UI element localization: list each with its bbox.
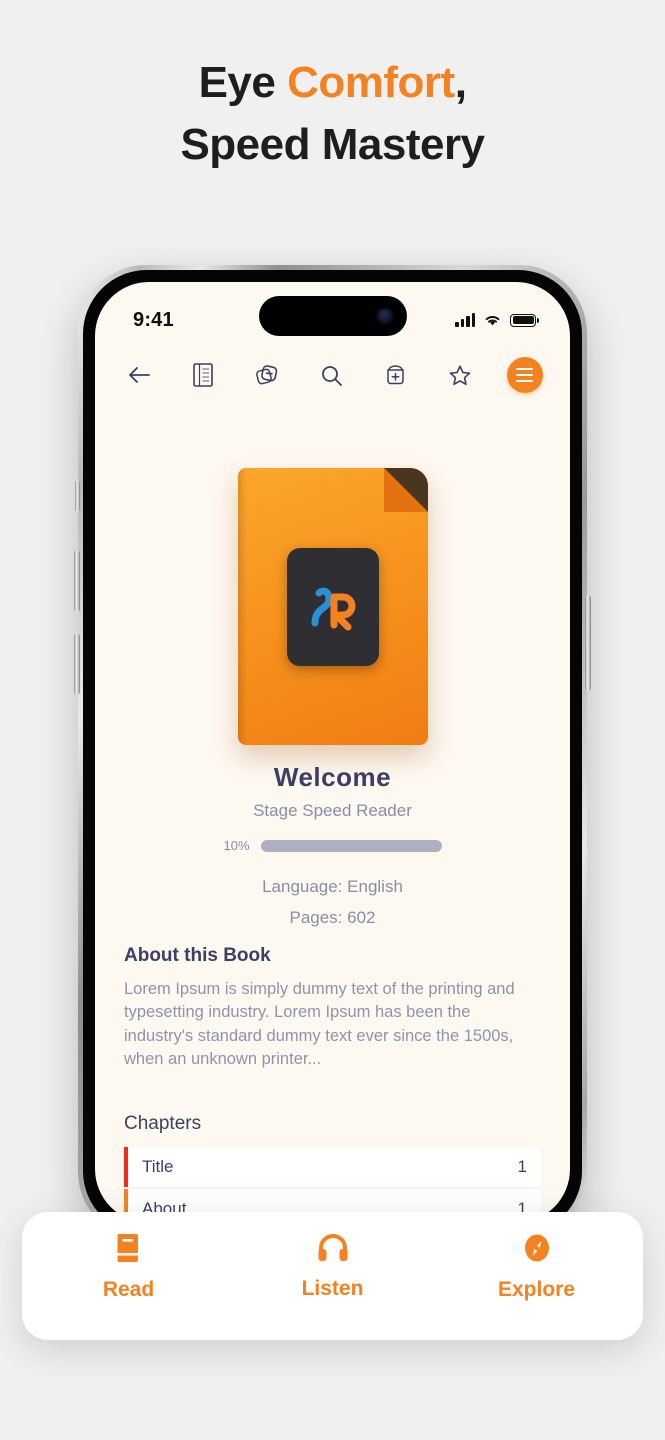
headline-part-comma: , (454, 58, 467, 107)
book-pages: Pages: 602 (289, 907, 376, 927)
book-subtitle: Stage Speed Reader (253, 801, 412, 820)
compass-icon (522, 1233, 552, 1269)
status-time: 9:41 (133, 308, 174, 331)
book-icon (114, 1232, 144, 1269)
book-language: Language: English (262, 877, 403, 896)
wifi-icon (485, 316, 500, 326)
book-cover[interactable] (237, 468, 428, 745)
headline-line-2: Speed Mastery (180, 120, 485, 170)
add-to-library-button[interactable] (379, 358, 413, 392)
nav-item-listen[interactable]: Listen (281, 1233, 385, 1301)
headline-part-comfort: Comfort (287, 58, 455, 107)
about-section: About this Book Lorem Ipsum is simply du… (95, 945, 570, 1072)
page-title: Eye Comfort, Speed Mastery (0, 52, 665, 177)
book-title: Welcome (273, 762, 392, 792)
book-cover-area (95, 468, 570, 745)
book-info: Welcome Stage Speed Reader 10% Language:… (95, 762, 570, 933)
bookmark-button[interactable] (443, 358, 477, 392)
nav-item-explore[interactable]: Explore (485, 1233, 589, 1302)
about-heading: About this Book (124, 945, 271, 966)
chapter-title: Title (142, 1157, 174, 1176)
nav-item-read[interactable]: Read (77, 1232, 181, 1302)
chapter-row[interactable]: Title 1 (124, 1147, 541, 1187)
cellular-bars-icon (455, 313, 475, 327)
battery-full-icon (510, 313, 539, 327)
volume-down-button[interactable] (74, 633, 80, 695)
document-list-icon (193, 363, 213, 387)
bottom-navigation-bar: Read Listen Explore (22, 1212, 643, 1340)
back-button[interactable] (122, 358, 156, 392)
headline-line-1: Eye Comfort, (0, 52, 665, 114)
headline-part-eye: Eye (198, 58, 288, 107)
chapters-section: Chapters Title 1 About 1 (95, 1113, 570, 1223)
phone-mockup: 9:41 Welcome Stage Speed Reader 10% Lang… (74, 265, 591, 1240)
status-indicators (455, 313, 539, 327)
phone-bezel: 9:41 Welcome Stage Speed Reader 10% Lang… (83, 270, 582, 1235)
nav-label: Read (102, 1278, 155, 1301)
search-button[interactable] (314, 358, 348, 392)
add-box-icon (387, 365, 404, 385)
arrow-left-icon (128, 367, 150, 383)
nav-label: Listen (301, 1277, 364, 1300)
progress-percent-label: 10% (223, 838, 250, 853)
app-logo (286, 547, 379, 666)
menu-button[interactable] (506, 357, 543, 393)
progress-bar[interactable] (260, 839, 442, 852)
dynamic-island (258, 296, 407, 336)
promo-screenshot: Eye Comfort, Speed Mastery 9:41 Welcome … (0, 0, 665, 1440)
speed-reader-logo-icon (311, 587, 355, 630)
hamburger-menu-icon (516, 367, 534, 371)
phone-screen: 9:41 Welcome Stage Speed Reader 10% Lang… (95, 282, 570, 1223)
power-button[interactable] (585, 595, 591, 691)
headphones-icon (317, 1233, 349, 1268)
sticky-notes-icon (256, 365, 278, 385)
about-text: Lorem Ipsum is simply dummy text of the … (124, 980, 515, 1069)
reader-toolbar (95, 344, 570, 406)
star-outline-icon (449, 364, 471, 385)
chapter-page: 1 (517, 1157, 527, 1176)
contents-button[interactable] (186, 358, 220, 392)
front-camera-icon (377, 309, 392, 323)
notes-button[interactable] (250, 358, 284, 392)
chapters-heading: Chapters (124, 1113, 202, 1134)
silent-switch[interactable] (75, 480, 80, 512)
nav-label: Explore (497, 1277, 576, 1301)
search-icon (322, 365, 342, 386)
cover-folded-corner (383, 468, 428, 512)
volume-up-button[interactable] (74, 550, 80, 612)
reading-progress: 10% (95, 838, 570, 853)
book-meta: Language: English Pages: 602 (95, 872, 570, 933)
